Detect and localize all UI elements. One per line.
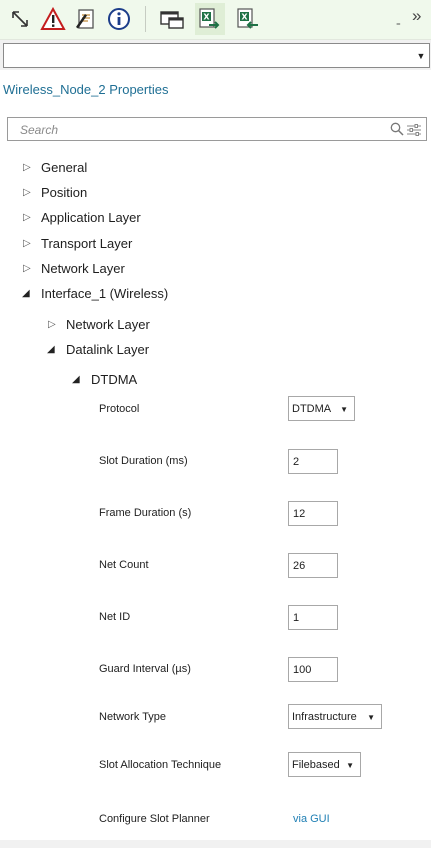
tree-node-interface-1[interactable]: Interface_1 (Wireless) — [41, 286, 168, 301]
tree-node-network-layer[interactable]: Network Layer — [41, 261, 125, 276]
info-icon[interactable] — [104, 3, 134, 35]
toolbar: X X ₌ » — [0, 0, 431, 40]
net-id-label: Net ID — [99, 611, 131, 623]
filter-options-icon[interactable] — [407, 123, 421, 141]
tree-node-datalink-layer[interactable]: Datalink Layer — [66, 342, 149, 357]
toolbar-separator — [145, 6, 146, 32]
net-id-field[interactable]: 1 — [288, 605, 338, 630]
network-type-select[interactable]: Infrastructure ▼ — [288, 704, 382, 729]
excel-import-icon[interactable]: X — [233, 3, 263, 35]
collapsed-triangle-icon[interactable]: ▷ — [23, 212, 31, 223]
chevron-down-icon: ▼ — [340, 405, 348, 414]
guard-interval-field[interactable]: 100 — [288, 657, 338, 682]
tree-node-dtdma[interactable]: DTDMA — [91, 372, 137, 387]
slot-planner-label: Configure Slot Planner — [99, 813, 210, 825]
collapsed-triangle-icon[interactable]: ▷ — [23, 263, 31, 274]
guard-interval-label: Guard Interval (µs) — [99, 663, 191, 675]
edit-notes-icon[interactable] — [70, 3, 100, 35]
properties-panel: Wireless_Node_2 Properties Search ▷ Gene… — [0, 70, 431, 840]
chevron-down-icon: ▼ — [367, 713, 375, 722]
slot-duration-label: Slot Duration (ms) — [99, 455, 188, 467]
toolbar-overflow-icon[interactable]: ₌ — [396, 18, 401, 29]
search-input[interactable]: Search — [7, 117, 427, 141]
chevron-double-right-icon[interactable]: » — [412, 6, 422, 26]
tree-node-general[interactable]: General — [41, 160, 87, 175]
collapsed-triangle-icon[interactable]: ▷ — [23, 187, 31, 198]
svg-text:X: X — [241, 13, 248, 22]
tree-node-if-network-layer[interactable]: Network Layer — [66, 317, 150, 332]
chevron-down-icon[interactable]: ▼ — [413, 44, 429, 67]
frame-duration-label: Frame Duration (s) — [99, 507, 192, 519]
expanded-triangle-icon[interactable]: ◢ — [22, 288, 30, 299]
slot-allocation-value: Filebased — [292, 759, 340, 771]
chevron-down-icon: ▼ — [346, 761, 354, 770]
warning-icon[interactable] — [38, 3, 68, 35]
windows-icon[interactable] — [157, 3, 187, 35]
svg-text:X: X — [203, 13, 210, 22]
collapsed-triangle-icon[interactable]: ▷ — [23, 162, 31, 173]
network-type-value: Infrastructure — [292, 711, 357, 723]
slot-allocation-select[interactable]: Filebased ▼ — [288, 752, 361, 777]
net-count-field[interactable]: 26 — [288, 553, 338, 578]
protocol-value: DTDMA — [292, 403, 332, 415]
protocol-label: Protocol — [99, 403, 140, 415]
slot-allocation-label: Slot Allocation Technique — [99, 759, 222, 771]
expanded-triangle-icon[interactable]: ◢ — [47, 344, 55, 355]
expanded-triangle-icon[interactable]: ◢ — [72, 374, 80, 385]
expand-arrows-icon[interactable] — [5, 3, 35, 35]
tree-node-transport-layer[interactable]: Transport Layer — [41, 236, 132, 251]
collapsed-triangle-icon[interactable]: ▷ — [48, 319, 56, 330]
network-type-label: Network Type — [99, 711, 167, 723]
excel-export-icon[interactable]: X — [195, 3, 225, 35]
slot-duration-field[interactable]: 2 — [288, 449, 338, 474]
object-selector-dropdown[interactable]: ▼ — [3, 43, 430, 68]
frame-duration-field[interactable]: 12 — [288, 501, 338, 526]
search-icon[interactable] — [390, 122, 404, 141]
net-count-label: Net Count — [99, 559, 149, 571]
collapsed-triangle-icon[interactable]: ▷ — [23, 238, 31, 249]
protocol-select[interactable]: DTDMA ▼ — [288, 396, 355, 421]
tree-node-position[interactable]: Position — [41, 185, 87, 200]
search-placeholder: Search — [20, 123, 59, 137]
slot-planner-link[interactable]: via GUI — [293, 813, 330, 825]
tree-node-application-layer[interactable]: Application Layer — [41, 210, 141, 225]
panel-title: Wireless_Node_2 Properties — [3, 82, 169, 97]
